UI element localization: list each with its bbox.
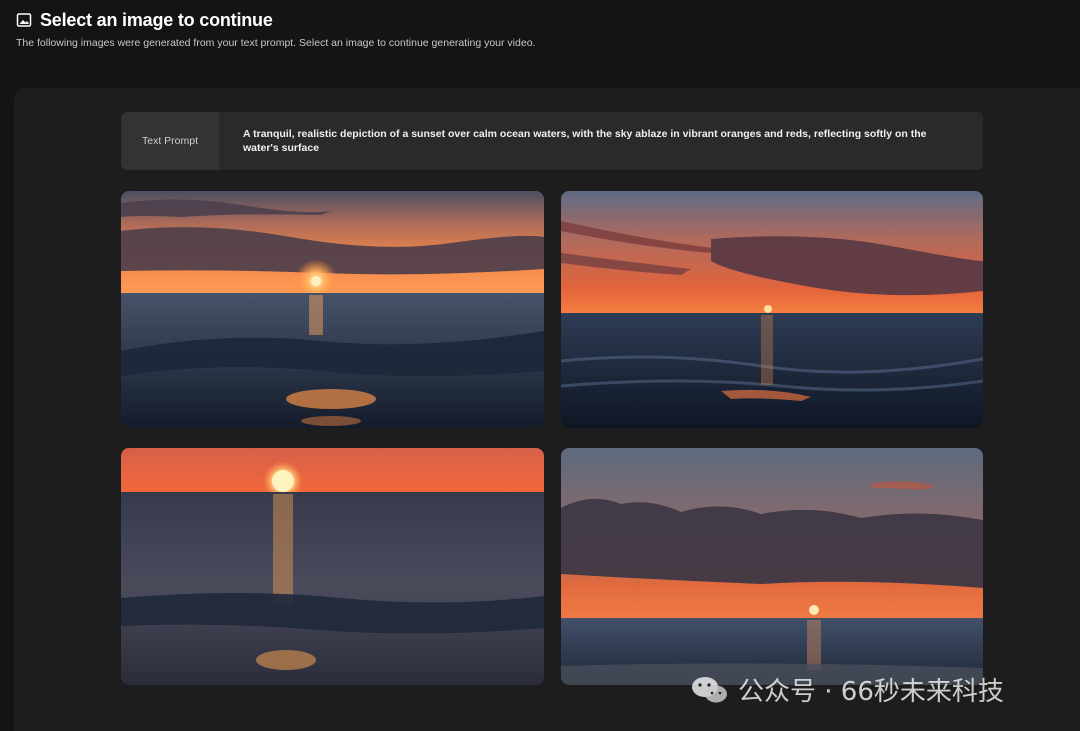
page: Select an image to continue The followin… — [0, 0, 1080, 731]
header: Select an image to continue The followin… — [16, 8, 1064, 50]
sunset-image-2[interactable] — [561, 191, 983, 428]
image-selection-panel: Text Prompt A tranquil, realistic depict… — [14, 88, 1080, 731]
sunset-image-1[interactable] — [121, 191, 544, 428]
watermark-text: 公众号 · 66秒未来科技 — [738, 677, 1004, 707]
wechat-icon — [690, 674, 730, 706]
page-title: Select an image to continue — [40, 9, 273, 30]
text-prompt-value: A tranquil, realistic depiction of a sun… — [243, 128, 927, 154]
sunset-image-4[interactable] — [561, 448, 983, 685]
title-row: Select an image to continue — [16, 8, 1064, 32]
image-icon — [16, 12, 32, 28]
text-prompt-box: Text Prompt A tranquil, realistic depict… — [121, 112, 983, 170]
page-subtitle: The following images were generated from… — [16, 37, 536, 49]
watermark: 公众号 · 66秒未来科技 — [690, 671, 1004, 708]
sunset-image-3[interactable] — [121, 448, 544, 685]
text-prompt-label: Text Prompt — [121, 112, 219, 170]
